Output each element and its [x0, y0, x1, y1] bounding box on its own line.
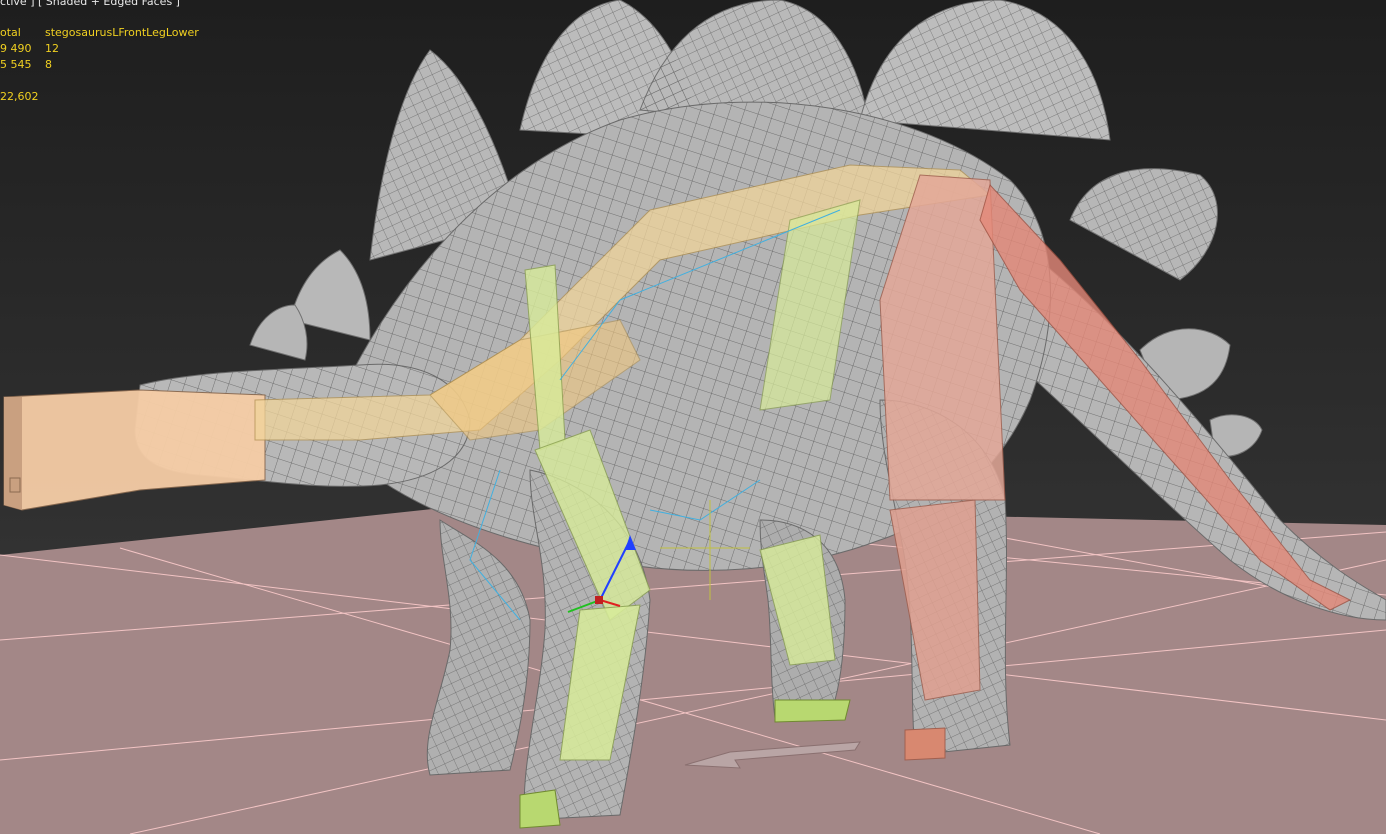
stats-selected-value: 8 — [45, 58, 52, 71]
stats-total-header: otal — [0, 26, 21, 39]
viewport-scene[interactable] — [0, 0, 1386, 834]
stats-selected-header: stegosaurusLFrontLegLower — [45, 26, 199, 39]
stats-total-value: 9 490 — [0, 42, 32, 55]
viewport[interactable]: ctive ] [ Shaded + Edged Faces ] otal st… — [0, 0, 1386, 834]
stats-total-value: 5 545 — [0, 58, 32, 71]
viewport-label[interactable]: ctive ] [ Shaded + Edged Faces ] — [0, 0, 180, 8]
stats-fps-value: 22,602 — [0, 90, 39, 103]
stats-selected-value: 12 — [45, 42, 59, 55]
